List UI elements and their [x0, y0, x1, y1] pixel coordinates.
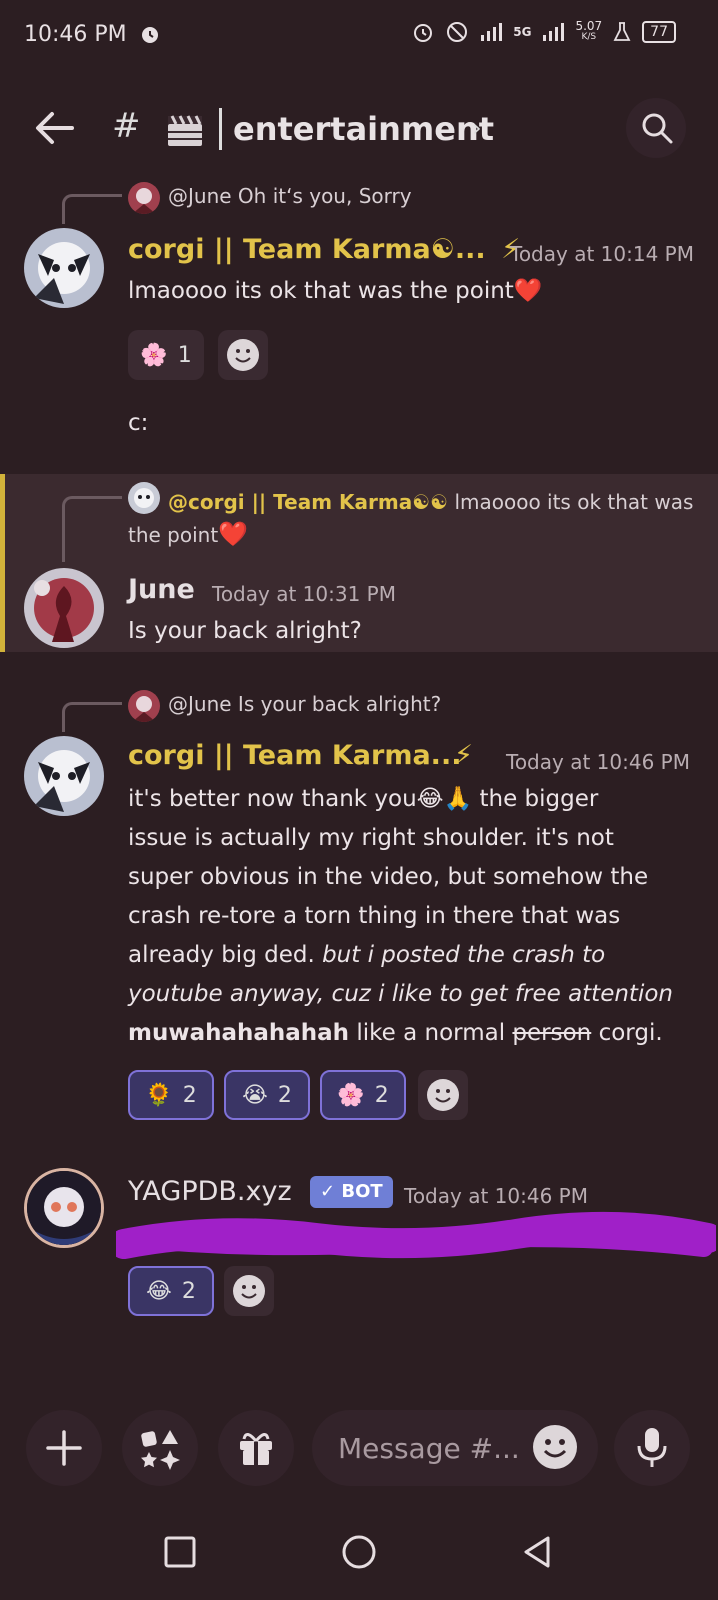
message-timestamp: Today at 10:46 PM	[506, 750, 690, 774]
message-line: already big ded. but i posted the crash …	[128, 942, 606, 968]
message-input-placeholder: Message #...	[338, 1432, 520, 1465]
avatar-corgi[interactable]	[24, 228, 104, 308]
avatar-yagpdb[interactable]	[24, 1168, 104, 1248]
channel-hash: #	[112, 106, 141, 146]
gift-icon	[240, 1433, 272, 1465]
reaction-crying[interactable]: 😭 2	[224, 1070, 310, 1120]
clapper-board-icon	[168, 115, 202, 146]
emoji-icon	[227, 339, 259, 371]
voice-message-button[interactable]	[614, 1410, 690, 1486]
reply-preview[interactable]: @June Is your back alright?	[168, 692, 441, 716]
reply-preview[interactable]: @corgi || Team Karma☯☯ lmaoooo its ok th…	[168, 484, 708, 520]
message-line: crash re-tore a torn thing in there that…	[128, 903, 621, 929]
message-timestamp: Today at 10:46 PM	[404, 1184, 588, 1208]
alarm-icon	[414, 24, 433, 42]
reaction-laughing[interactable]: 😂 2	[128, 1266, 214, 1316]
message-timestamp: Today at 10:14 PM	[510, 242, 694, 266]
reply-mention[interactable]: @corgi || Team Karma☯☯	[168, 490, 448, 514]
apps-button[interactable]	[122, 1410, 198, 1486]
search-icon	[642, 113, 673, 144]
message-text: Is your back alright?	[128, 618, 362, 644]
emoji-picker-button[interactable]	[532, 1424, 578, 1474]
reaction-cherry-blossom[interactable]: 🌸 2	[320, 1070, 406, 1120]
redaction-scribble	[116, 1211, 716, 1259]
back-arrow-icon[interactable]	[34, 108, 76, 148]
reply-mention[interactable]: @June	[168, 692, 232, 716]
alarm-icon	[142, 27, 158, 43]
message-text: lmaoooo its ok that was the point❤️	[128, 278, 543, 304]
mic-icon	[637, 1428, 667, 1467]
reply-mention[interactable]: @June	[168, 184, 232, 208]
chevron-right-icon[interactable]: ›	[472, 114, 482, 142]
status-time: 10:46 PM	[24, 22, 127, 47]
search-button[interactable]	[626, 98, 686, 158]
reply-connector	[62, 702, 122, 732]
avatar-june[interactable]	[24, 568, 104, 648]
reply-connector	[62, 496, 122, 562]
bot-badge: ✓ BOT	[310, 1176, 393, 1208]
status-icons: 5G 5.07 K/S 77	[411, 20, 676, 44]
gift-button[interactable]	[218, 1410, 294, 1486]
network-speed: 5.07 K/S	[575, 19, 603, 42]
reply-avatar	[128, 482, 160, 514]
message-author[interactable]: corgi || Team Karma...	[128, 740, 461, 771]
reaction-sunflower[interactable]: 🌻 2	[128, 1070, 214, 1120]
message-text: it's better now thank you😂🙏 the bigger i…	[128, 780, 698, 1053]
add-reaction-button[interactable]	[418, 1070, 468, 1120]
add-attachment-button[interactable]	[26, 1410, 102, 1486]
add-reaction-button[interactable]	[218, 330, 268, 380]
reply-text: Is your back alright?	[237, 692, 442, 716]
back-nav-icon[interactable]	[520, 1534, 556, 1570]
heart-emoji: ❤️	[513, 278, 543, 304]
channel-name[interactable]: entertainment	[233, 110, 494, 148]
reply-avatar	[128, 182, 160, 214]
message-line: youtube anyway, cuz i like to get free a…	[128, 981, 673, 1007]
message-line: muwahahahahah like a normal person corgi…	[128, 1020, 663, 1046]
network-type: 5G	[513, 25, 532, 39]
lightning-badge-icon: ⚡	[454, 740, 473, 771]
followup-message: c:	[128, 410, 149, 436]
reaction-cherry-blossom[interactable]: 🌸 1	[128, 330, 204, 380]
reply-text: lmaoooo its ok that was	[454, 490, 694, 514]
battery-indicator: 77	[642, 21, 676, 43]
message-line: issue is actually my right shoulder. it'…	[128, 825, 614, 851]
message-author[interactable]: corgi || Team Karma☯... ⚡	[128, 234, 520, 265]
reply-avatar	[128, 690, 160, 722]
emoji-icon	[427, 1079, 459, 1111]
heart-emoji: ❤️	[218, 520, 249, 548]
reply-connector	[62, 194, 122, 224]
message-line: it's better now thank you😂🙏 the bigger	[128, 786, 599, 812]
reply-text-continued: the point❤️	[128, 520, 249, 548]
lab-flask-icon	[613, 22, 631, 41]
add-reaction-button[interactable]	[224, 1266, 274, 1316]
recents-icon[interactable]	[162, 1534, 198, 1570]
channel-name-divider	[219, 108, 222, 150]
reply-preview[interactable]: @June Oh it‘s you, Sorry	[168, 184, 412, 208]
reply-text: Oh it‘s you, Sorry	[237, 184, 412, 208]
emoji-icon	[233, 1275, 265, 1307]
do-not-disturb-icon	[447, 22, 468, 42]
plus-icon	[46, 1430, 82, 1466]
home-icon[interactable]	[341, 1534, 377, 1570]
signal-icon-2	[543, 23, 565, 41]
emoji-icon	[533, 1425, 577, 1469]
signal-icon	[481, 23, 503, 41]
apps-icon	[141, 1430, 180, 1470]
laughing-praying-emoji: 😂🙏	[416, 786, 473, 812]
message-timestamp: Today at 10:31 PM	[212, 582, 396, 606]
avatar-corgi[interactable]	[24, 736, 104, 816]
message-author[interactable]: YAGPDB.xyz	[128, 1176, 292, 1207]
message-line: super obvious in the video, but somehow …	[128, 864, 649, 890]
message-author[interactable]: June	[128, 574, 195, 605]
